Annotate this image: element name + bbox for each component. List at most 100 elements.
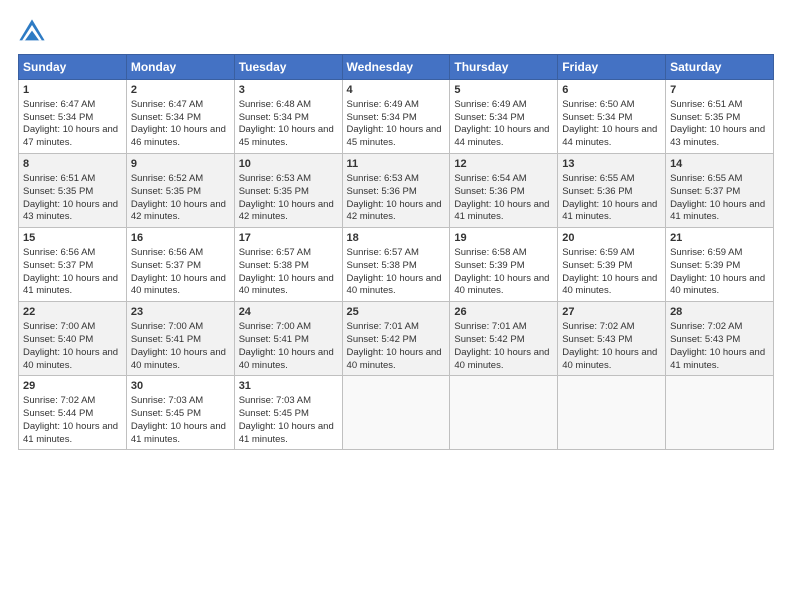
sunset-label: Sunset: 5:39 PM [562,260,632,271]
day-cell-8: 8Sunrise: 6:51 AMSunset: 5:35 PMDaylight… [19,154,127,228]
day-cell-30: 30Sunrise: 7:03 AMSunset: 5:45 PMDayligh… [126,376,234,450]
day-cell-13: 13Sunrise: 6:55 AMSunset: 5:36 PMDayligh… [558,154,666,228]
day-cell-11: 11Sunrise: 6:53 AMSunset: 5:36 PMDayligh… [342,154,450,228]
sunrise-label: Sunrise: 7:02 AM [23,395,95,406]
calendar-table: Sunday Monday Tuesday Wednesday Thursday… [18,54,774,450]
day-number: 2 [131,83,230,98]
day-cell-22: 22Sunrise: 7:00 AMSunset: 5:40 PMDayligh… [19,302,127,376]
day-cell-5: 5Sunrise: 6:49 AMSunset: 5:34 PMDaylight… [450,80,558,154]
sunset-label: Sunset: 5:35 PM [239,186,309,197]
sunrise-label: Sunrise: 7:00 AM [131,321,203,332]
sunset-label: Sunset: 5:34 PM [23,112,93,123]
week-row-1: 1Sunrise: 6:47 AMSunset: 5:34 PMDaylight… [19,80,774,154]
day-number: 15 [23,231,122,246]
sunrise-label: Sunrise: 7:02 AM [562,321,634,332]
sunrise-label: Sunrise: 6:57 AM [239,247,311,258]
sunrise-label: Sunrise: 7:00 AM [239,321,311,332]
day-number: 22 [23,305,122,320]
day-cell-15: 15Sunrise: 6:56 AMSunset: 5:37 PMDayligh… [19,228,127,302]
sunrise-label: Sunrise: 6:54 AM [454,173,526,184]
daylight-label: Daylight: 10 hours and 41 minutes. [23,273,118,297]
daylight-label: Daylight: 10 hours and 45 minutes. [347,124,442,148]
sunrise-label: Sunrise: 7:01 AM [454,321,526,332]
sunset-label: Sunset: 5:42 PM [454,334,524,345]
daylight-label: Daylight: 10 hours and 40 minutes. [239,273,334,297]
logo-icon [18,18,46,46]
week-row-4: 22 Sunrise: 7:00 AM Sunset: 5:40 PM Dayligh… [19,302,774,376]
day-cell-31: 31Sunrise: 7:03 AMSunset: 5:45 PMDayligh… [234,376,342,450]
day-number: 3 [239,83,338,98]
daylight-label: Daylight: 10 hours and 41 minutes. [670,347,765,371]
day-cell-14: 14Sunrise: 6:55 AMSunset: 5:37 PMDayligh… [666,154,774,228]
daylight-label: Daylight: 10 hours and 40 minutes. [131,273,226,297]
daylight-label: Daylight: 10 hours and 41 minutes. [131,421,226,445]
day-cell-16: 16Sunrise: 6:56 AMSunset: 5:37 PMDayligh… [126,228,234,302]
sunset-label: Sunset: 5:42 PM [347,334,417,345]
sunrise-label: Sunrise: 6:56 AM [131,247,203,258]
sunset-label: Sunset: 5:43 PM [670,334,740,345]
sunset-label: Sunset: 5:34 PM [239,112,309,123]
daylight-label: Daylight: 10 hours and 40 minutes. [454,273,549,297]
sunset-label: Sunset: 5:34 PM [454,112,524,123]
day-number: 21 [670,231,769,246]
sunset-label: Sunset: 5:34 PM [131,112,201,123]
day-cell-6: 6Sunrise: 6:50 AMSunset: 5:34 PMDaylight… [558,80,666,154]
sunrise-label: Sunrise: 6:55 AM [670,173,742,184]
day-number: 11 [347,157,446,172]
sunrise-label: Sunrise: 6:56 AM [23,247,95,258]
daylight-label: Daylight: 10 hours and 40 minutes. [562,347,657,371]
sunset-label: Sunset: 5:41 PM [239,334,309,345]
day-cell-25: 25Sunrise: 7:01 AMSunset: 5:42 PMDayligh… [342,302,450,376]
daylight-label: Daylight: 10 hours and 42 minutes. [131,199,226,223]
header-tuesday: Tuesday [234,55,342,80]
sunrise-label: Sunrise: 6:53 AM [239,173,311,184]
daylight-label: Daylight: 10 hours and 47 minutes. [23,124,118,148]
day-number: 1 [23,83,122,98]
sunset-label: Sunset: 5:35 PM [670,112,740,123]
sunrise-label: Sunrise: 6:51 AM [23,173,95,184]
sunrise-label: Sunrise: 6:47 AM [131,99,203,110]
day-cell-9: 9Sunrise: 6:52 AMSunset: 5:35 PMDaylight… [126,154,234,228]
sunset-label: Sunset: 5:36 PM [562,186,632,197]
sunrise-label: Sunrise: 6:49 AM [347,99,419,110]
day-cell-12: 12Sunrise: 6:54 AMSunset: 5:36 PMDayligh… [450,154,558,228]
day-number: 13 [562,157,661,172]
day-number: 30 [131,379,230,394]
day-cell-18: 18Sunrise: 6:57 AMSunset: 5:38 PMDayligh… [342,228,450,302]
daylight-label: Daylight: 10 hours and 41 minutes. [239,421,334,445]
sunset-label: Sunset: 5:34 PM [347,112,417,123]
sunset-label: Sunset: 5:40 PM [23,334,93,345]
sunrise-label: Sunrise: 7:02 AM [670,321,742,332]
sunset-label: Sunset: 5:44 PM [23,408,93,419]
day-number: 27 [562,305,661,320]
daylight-label: Daylight: 10 hours and 40 minutes. [670,273,765,297]
sunrise-label: Sunrise: 6:52 AM [131,173,203,184]
sunset-label: Sunset: 5:38 PM [347,260,417,271]
day-cell-3: 3Sunrise: 6:48 AMSunset: 5:34 PMDaylight… [234,80,342,154]
day-number: 19 [454,231,553,246]
header-sunday: Sunday [19,55,127,80]
day-cell-20: 20Sunrise: 6:59 AMSunset: 5:39 PMDayligh… [558,228,666,302]
sunrise-label: Sunrise: 6:59 AM [670,247,742,258]
sunrise-label: Sunrise: 6:58 AM [454,247,526,258]
day-cell-23: 23Sunrise: 7:00 AMSunset: 5:41 PMDayligh… [126,302,234,376]
day-number: 29 [23,379,122,394]
sunrise-label: Sunrise: 6:59 AM [562,247,634,258]
day-number: 8 [23,157,122,172]
sunset-label: Sunset: 5:38 PM [239,260,309,271]
daylight-label: Daylight: 10 hours and 40 minutes. [239,347,334,371]
day-number: 14 [670,157,769,172]
day-number: 4 [347,83,446,98]
logo [18,18,50,46]
week-row-3: 15Sunrise: 6:56 AMSunset: 5:37 PMDayligh… [19,228,774,302]
sunrise-label: Sunrise: 6:53 AM [347,173,419,184]
empty-cell [342,376,450,450]
daylight-label: Daylight: 10 hours and 46 minutes. [131,124,226,148]
day-cell-10: 10Sunrise: 6:53 AMSunset: 5:35 PMDayligh… [234,154,342,228]
day-cell-24: 24Sunrise: 7:00 AMSunset: 5:41 PMDayligh… [234,302,342,376]
daylight-label: Daylight: 10 hours and 40 minutes. [131,347,226,371]
daylight-label: Daylight: 10 hours and 42 minutes. [239,199,334,223]
daylight-label: Daylight: 10 hours and 41 minutes. [23,421,118,445]
empty-cell [558,376,666,450]
sunset-label: Sunset: 5:41 PM [131,334,201,345]
